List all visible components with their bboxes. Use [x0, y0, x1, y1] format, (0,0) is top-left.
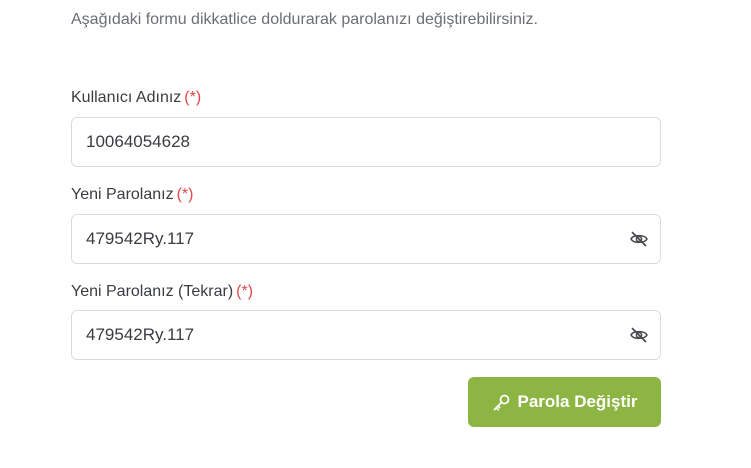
key-icon — [492, 393, 511, 412]
confirm-password-input[interactable] — [86, 311, 626, 359]
username-field[interactable] — [71, 117, 661, 167]
username-label: Kullanıcı Adınız (*) — [71, 89, 201, 107]
new-password-field[interactable] — [71, 214, 661, 264]
change-password-button[interactable]: Parola Değiştir — [468, 377, 661, 427]
change-password-button-label: Parola Değiştir — [517, 392, 638, 411]
confirm-password-label-text: Yeni Parolanız (Tekrar) — [71, 283, 234, 300]
username-input[interactable] — [86, 118, 626, 166]
new-password-label-text: Yeni Parolanız — [71, 186, 174, 203]
required-marker: (*) — [184, 89, 202, 106]
required-marker: (*) — [176, 186, 194, 203]
confirm-password-label: Yeni Parolanız (Tekrar) (*) — [71, 283, 253, 301]
form-intro-text: Aşağıdaki formu dikkatlice doldurarak pa… — [71, 11, 538, 28]
eye-slash-icon[interactable] — [629, 325, 649, 345]
eye-slash-icon[interactable] — [629, 229, 649, 249]
required-marker: (*) — [236, 283, 254, 300]
change-password-form: Aşağıdaki formu dikkatlice doldurarak pa… — [0, 0, 751, 468]
username-label-text: Kullanıcı Adınız — [71, 89, 182, 106]
new-password-input[interactable] — [86, 215, 626, 263]
confirm-password-field[interactable] — [71, 310, 661, 360]
new-password-label: Yeni Parolanız (*) — [71, 186, 193, 204]
